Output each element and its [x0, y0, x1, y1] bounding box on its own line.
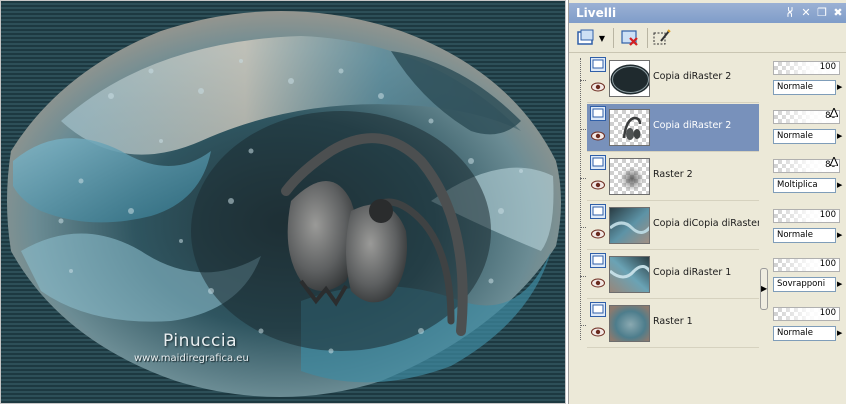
- layer-name: Copia diCopia diRaster 1: [653, 218, 759, 229]
- layer-thumbnail: [609, 207, 650, 244]
- blend-mode-select[interactable]: Normale: [773, 80, 836, 95]
- chevron-right-icon: ▶: [761, 284, 768, 293]
- opacity-value: 100: [819, 259, 836, 269]
- artwork-graphic: [7, 11, 561, 397]
- raster-layer-icon: [590, 57, 606, 72]
- layer-name: Copia diRaster 1: [653, 267, 732, 278]
- eye-icon[interactable]: [591, 327, 605, 337]
- layer-thumbnail: [609, 256, 650, 293]
- new-layer-dropdown[interactable]: ▼: [597, 27, 607, 49]
- blend-mode-select[interactable]: Normale: [773, 326, 836, 341]
- tree-tick: [580, 80, 586, 81]
- blend-mode-select[interactable]: Sovrapponi: [773, 277, 836, 292]
- toolbar-separator: [647, 28, 648, 48]
- layer-list: Copia diRaster 2 Copia diRaster 2 Raster…: [569, 54, 765, 348]
- slider-marker-icon[interactable]: [830, 108, 838, 117]
- layer-properties: 80 Normale ▶: [770, 105, 846, 154]
- close-icon[interactable]: ✖: [831, 6, 845, 20]
- image-canvas[interactable]: Pinuccia www.maidiregrafica.eu: [0, 0, 566, 404]
- layer-row[interactable]: Copia diCopia diRaster 1: [580, 202, 759, 250]
- watermark-url: www.maidiregrafica.eu: [134, 353, 249, 364]
- layer-name: Copia diRaster 2: [653, 71, 732, 82]
- opacity-slider[interactable]: 100: [773, 61, 840, 75]
- tree-tick: [580, 227, 586, 228]
- layer-name: Copia diRaster 2: [653, 120, 732, 131]
- raster-layer-icon: [590, 302, 606, 317]
- layer-row[interactable]: Copia diRaster 1: [580, 251, 759, 299]
- chevron-right-icon[interactable]: ▶: [837, 80, 845, 95]
- opacity-slider[interactable]: 100: [773, 307, 840, 321]
- chevron-right-icon[interactable]: ▶: [837, 228, 845, 243]
- eye-icon[interactable]: [591, 229, 605, 239]
- raster-layer-icon: [590, 204, 606, 219]
- layers-palette: Livelli ⩆ ✕ ❐ ✖ ▼ Copia diRaster 2 Copia…: [568, 0, 846, 404]
- opacity-slider[interactable]: 100: [773, 209, 840, 223]
- layer-name: Raster 1: [653, 316, 693, 327]
- layer-row-selected[interactable]: Copia diRaster 2: [580, 104, 759, 152]
- layer-row[interactable]: Copia diRaster 2: [580, 55, 759, 103]
- layer-properties: 100 Normale ▶: [770, 56, 846, 105]
- opacity-value: 100: [819, 62, 836, 72]
- chevron-right-icon[interactable]: ▶: [837, 129, 845, 144]
- dropdown-arrow-icon: ▼: [598, 33, 606, 43]
- layer-thumbnail: [609, 109, 650, 146]
- artwork: Pinuccia www.maidiregrafica.eu: [1, 1, 565, 403]
- delete-layer-button[interactable]: [619, 27, 641, 49]
- toolbar-separator: [613, 28, 614, 48]
- layer-properties: 100 Sovrapponi ▶: [770, 253, 846, 302]
- chevron-right-icon[interactable]: ▶: [837, 277, 845, 292]
- blend-mode-select[interactable]: Normale: [773, 228, 836, 243]
- opacity-value: 100: [819, 210, 836, 220]
- layer-thumbnail: [609, 305, 650, 342]
- tree-tick: [580, 178, 586, 179]
- slider-marker-icon[interactable]: [830, 157, 838, 166]
- opacity-slider[interactable]: 100: [773, 258, 840, 272]
- chevron-right-icon[interactable]: ▶: [837, 326, 845, 341]
- palette-toolbar: ▼: [569, 23, 846, 53]
- layer-thumbnail: [609, 158, 650, 195]
- blend-mode-select[interactable]: Normale: [773, 129, 836, 144]
- blend-mode-select[interactable]: Moltiplica: [773, 178, 836, 193]
- thumbnail-graphic: [610, 306, 649, 341]
- tree-connector: [580, 58, 581, 340]
- opacity-value: 100: [819, 308, 836, 318]
- palette-titlebar[interactable]: Livelli ⩆ ✕ ❐ ✖: [569, 3, 846, 23]
- edit-selection-icon: [653, 29, 671, 45]
- thumbnail-graphic: [610, 61, 649, 96]
- eye-icon[interactable]: [591, 278, 605, 288]
- new-raster-layer-button[interactable]: [575, 27, 597, 49]
- layer-properties: 100 Normale ▶: [770, 302, 846, 351]
- raster-layer-icon: [590, 253, 606, 268]
- layer-row[interactable]: Raster 2: [580, 153, 759, 201]
- layer-thumbnail: [609, 60, 650, 97]
- chevron-right-icon[interactable]: ▶: [837, 178, 845, 193]
- panel-splitter[interactable]: ▶: [760, 268, 768, 310]
- new-raster-layer-icon: [577, 29, 594, 45]
- layer-properties: 100 Normale ▶: [770, 204, 846, 253]
- eye-icon[interactable]: [591, 131, 605, 141]
- watermark-name: Pinuccia: [163, 331, 237, 351]
- layer-properties-column: 100 Normale ▶ 80 Normale ▶ 80 Moltiplica…: [770, 54, 846, 348]
- tree-tick: [580, 276, 586, 277]
- thumbnail-graphic: [610, 257, 649, 292]
- raster-layer-icon: [590, 106, 606, 121]
- thumbnail-graphic: [610, 208, 649, 243]
- tree-tick: [580, 129, 586, 130]
- edit-selection-button[interactable]: [651, 27, 673, 49]
- raster-layer-icon: [590, 155, 606, 170]
- layer-row[interactable]: Raster 1: [580, 300, 759, 348]
- layer-name: Raster 2: [653, 169, 693, 180]
- delete-layer-icon: [621, 30, 638, 46]
- restore-icon[interactable]: ❐: [815, 6, 829, 20]
- palette-title: Livelli: [576, 6, 617, 20]
- thumbnail-graphic: [622, 116, 642, 140]
- close-x-icon[interactable]: ✕: [799, 6, 813, 20]
- pin-icon[interactable]: ⩆: [783, 6, 797, 20]
- tree-tick: [580, 325, 586, 326]
- layer-properties: 80 Moltiplica ▶: [770, 154, 846, 203]
- eye-icon[interactable]: [591, 82, 605, 92]
- thumbnail-graphic: [620, 167, 644, 191]
- eye-icon[interactable]: [591, 180, 605, 190]
